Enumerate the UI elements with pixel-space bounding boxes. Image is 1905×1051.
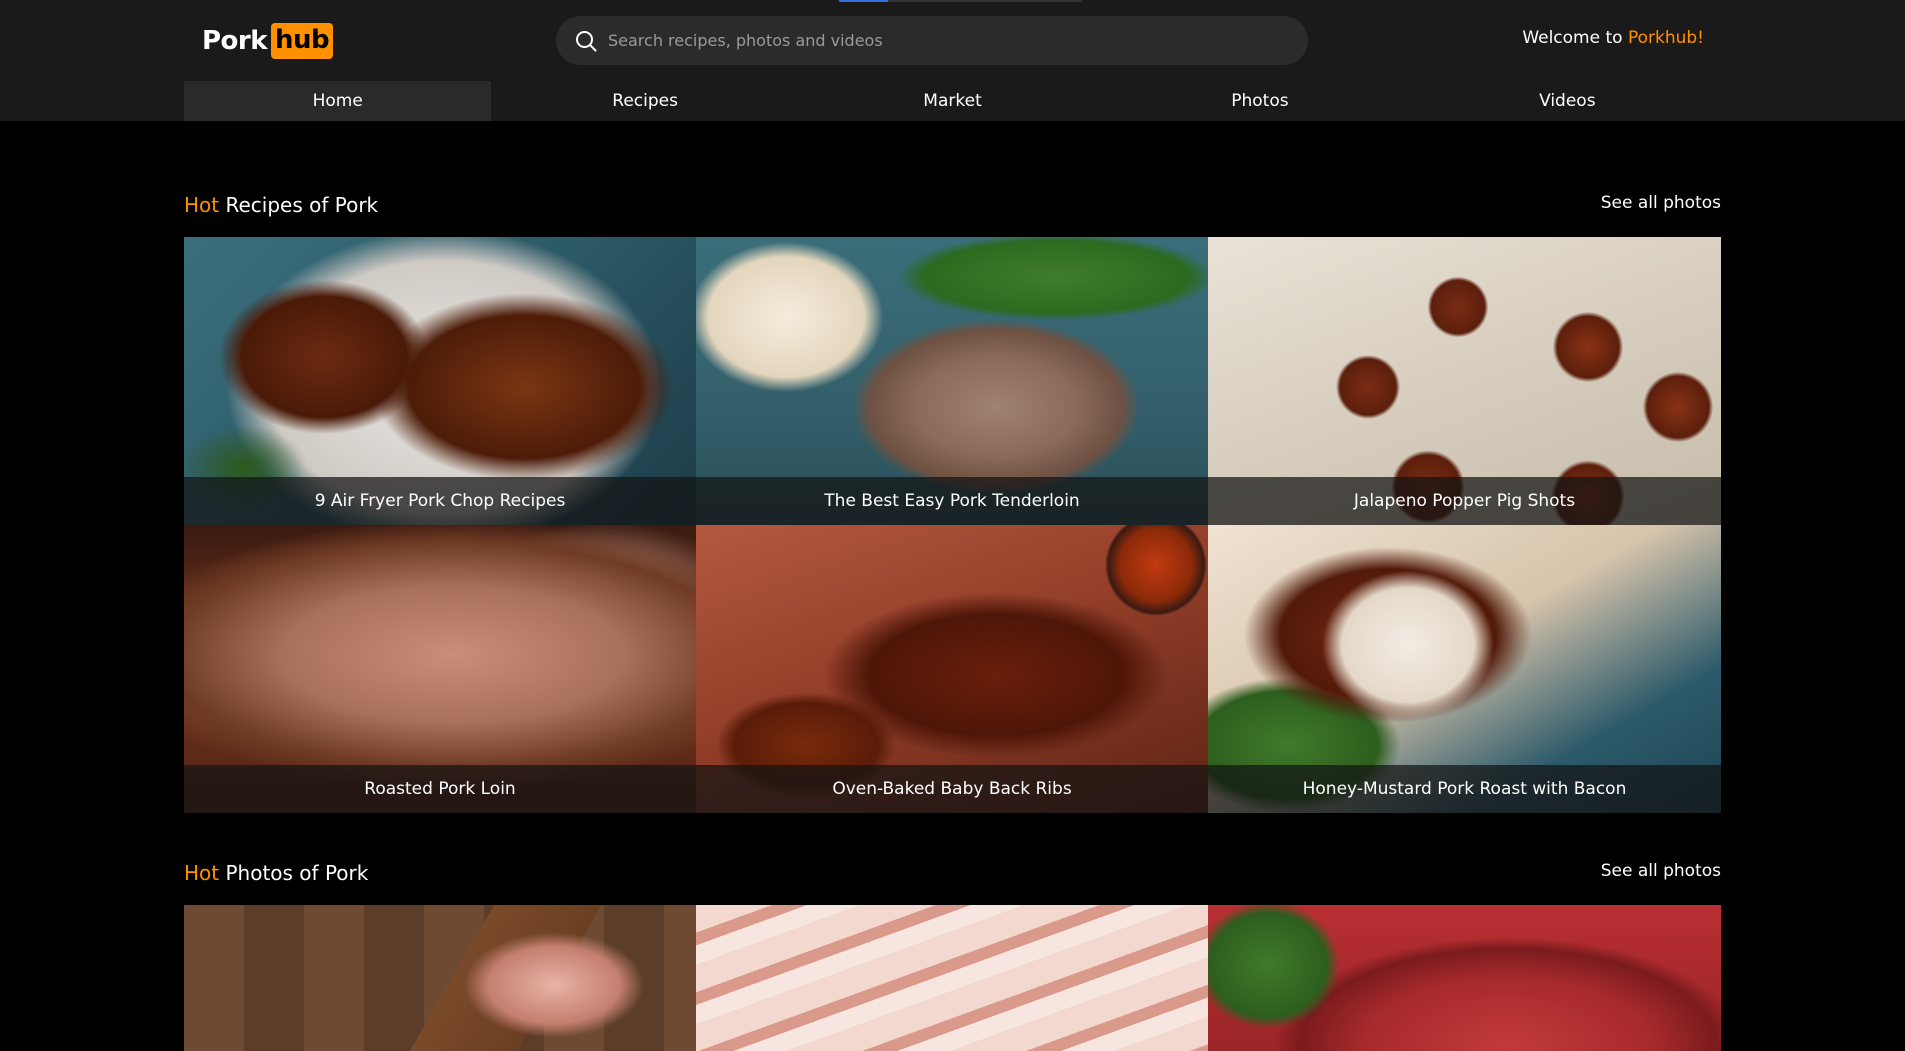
recipe-caption: Honey-Mustard Pork Roast with Bacon xyxy=(1208,765,1721,813)
photo-card[interactable] xyxy=(184,905,696,1051)
welcome-brand: Porkhub! xyxy=(1627,28,1704,48)
photos-grid xyxy=(184,905,1721,1051)
pork-photo xyxy=(1208,905,1721,1051)
nav-item-market[interactable]: Market xyxy=(799,81,1106,121)
nav-item-home[interactable]: Home xyxy=(184,81,492,121)
photos-section-header: Hot Photos of Pork See all photos xyxy=(184,861,1721,891)
recipes-title-hot: Hot xyxy=(184,193,220,217)
recipe-card[interactable]: Jalapeno Popper Pig Shots xyxy=(1208,237,1721,525)
recipe-card[interactable]: 9 Air Fryer Pork Chop Recipes xyxy=(184,237,696,525)
photos-see-all-link[interactable]: See all photos xyxy=(1601,861,1721,881)
recipe-card[interactable]: Honey-Mustard Pork Roast with Bacon xyxy=(1208,525,1721,813)
recipe-caption: Roasted Pork Loin xyxy=(184,765,696,813)
recipes-title-rest: Recipes of Pork xyxy=(219,193,379,217)
site-header: Pork hub Welcome to Porkhub! Home Recipe… xyxy=(0,0,1905,121)
recipe-caption: Oven-Baked Baby Back Ribs xyxy=(696,765,1208,813)
recipes-see-all-link[interactable]: See all photos xyxy=(1601,193,1721,213)
recipe-caption: 9 Air Fryer Pork Chop Recipes xyxy=(184,477,696,525)
photo-card[interactable] xyxy=(1208,905,1721,1051)
welcome-message: Welcome to Porkhub! xyxy=(1522,28,1704,48)
pork-photo xyxy=(696,905,1208,1051)
main-nav: Home Recipes Market Photos Videos xyxy=(184,81,1721,121)
top-progress-bar xyxy=(839,0,1082,2)
recipes-section-header: Hot Recipes of Pork See all photos xyxy=(184,193,1721,223)
photo-card[interactable] xyxy=(696,905,1208,1051)
logo-text-hub: hub xyxy=(271,23,334,59)
recipe-card[interactable]: Oven-Baked Baby Back Ribs xyxy=(696,525,1208,813)
search-input[interactable] xyxy=(608,16,1288,65)
search-icon xyxy=(576,31,597,52)
top-progress-bar-fill xyxy=(839,0,888,2)
recipe-card[interactable]: The Best Easy Pork Tenderloin xyxy=(696,237,1208,525)
welcome-prefix: Welcome to xyxy=(1522,28,1628,48)
recipe-card[interactable]: Roasted Pork Loin xyxy=(184,525,696,813)
logo-text-pork: Pork xyxy=(202,26,268,56)
recipe-caption: The Best Easy Pork Tenderloin xyxy=(696,477,1208,525)
nav-item-videos[interactable]: Videos xyxy=(1414,81,1721,121)
search-bar[interactable] xyxy=(556,16,1308,65)
recipe-caption: Jalapeno Popper Pig Shots xyxy=(1208,477,1721,525)
photos-title-hot: Hot xyxy=(184,861,220,885)
pork-photo xyxy=(184,905,696,1051)
nav-item-recipes[interactable]: Recipes xyxy=(491,81,798,121)
photos-title-rest: Photos of Pork xyxy=(219,861,369,885)
nav-item-photos[interactable]: Photos xyxy=(1106,81,1413,121)
recipes-section-title: Hot Recipes of Pork xyxy=(184,193,378,217)
site-logo[interactable]: Pork hub xyxy=(202,21,334,61)
recipes-grid: 9 Air Fryer Pork Chop Recipes The Best E… xyxy=(184,237,1721,813)
photos-section-title: Hot Photos of Pork xyxy=(184,861,368,885)
